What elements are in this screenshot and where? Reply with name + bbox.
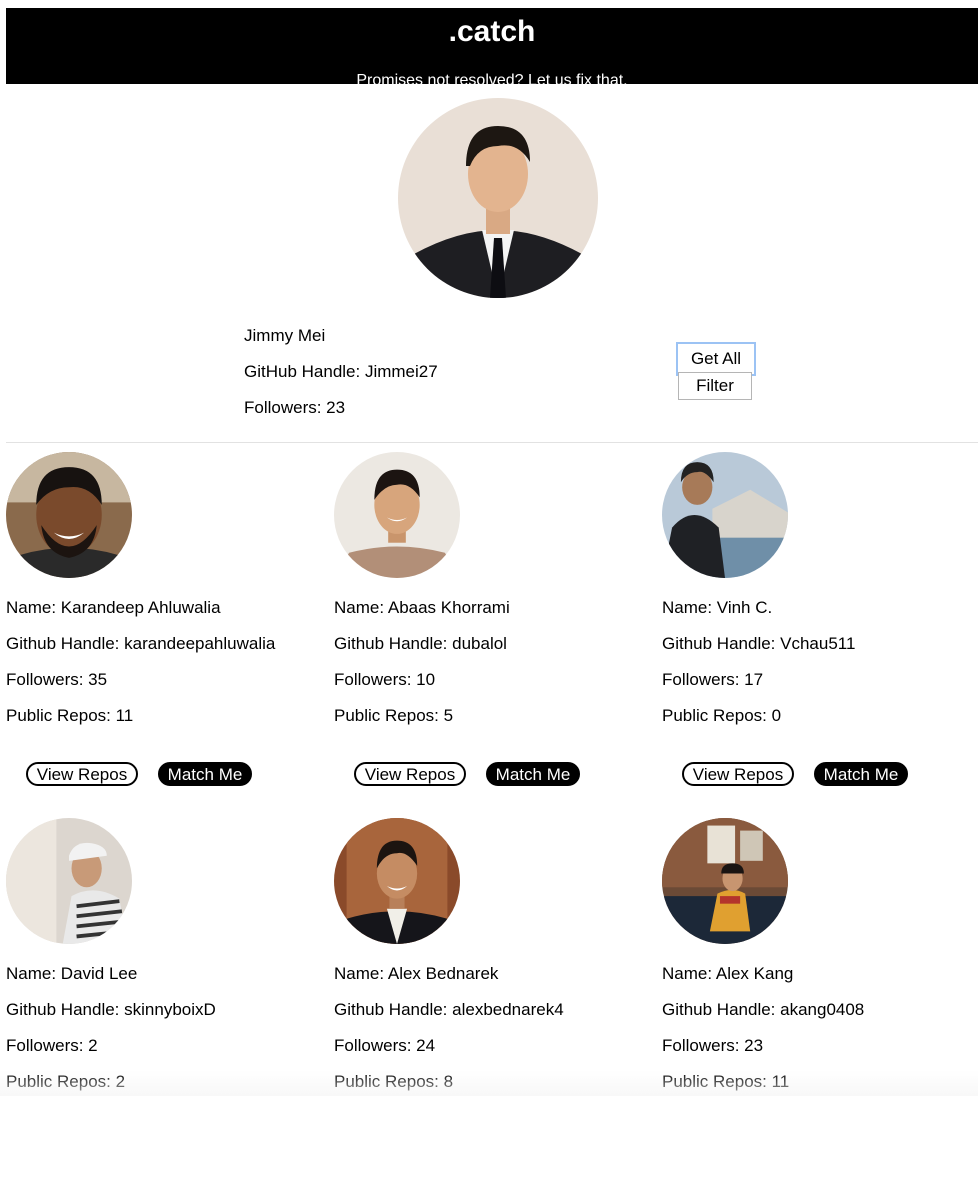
user-avatar — [398, 98, 598, 298]
user-followers: Followers: 23 — [244, 398, 346, 417]
profile-followers: Followers: 35 — [6, 670, 108, 689]
app-tagline: Promises not resolved? Let us fix that. — [356, 72, 628, 89]
profile-followers: Followers: 10 — [334, 670, 436, 689]
profile-name: Name: Abaas Khorrami — [334, 598, 510, 617]
view-repos-button[interactable]: View Repos — [682, 762, 794, 786]
get-all-button[interactable]: Get All — [676, 342, 756, 376]
profile-card: Name: Vinh C. Github Handle: Vchau511 Fo… — [662, 452, 978, 812]
profile-name: Name: Karandeep Ahluwalia — [6, 598, 221, 617]
profile-name: Name: Alex Bednarek — [334, 964, 499, 983]
view-repos-button[interactable]: View Repos — [26, 762, 138, 786]
profile-github-handle: Github Handle: akang0408 — [662, 1000, 865, 1019]
view-repos-button[interactable]: View Repos — [354, 762, 466, 786]
profile-followers: Followers: 17 — [662, 670, 764, 689]
profile-name: Name: David Lee — [6, 964, 138, 983]
profile-card: Name: Abaas Khorrami Github Handle: duba… — [334, 452, 654, 812]
profile-card: Name: Alex Bednarek Github Handle: alexb… — [334, 818, 654, 1178]
profile-public-repos: Public Repos: 0 — [662, 706, 782, 725]
profile-followers: Followers: 24 — [334, 1036, 436, 1055]
profile-card: Name: Karandeep Ahluwalia Github Handle:… — [6, 452, 326, 812]
profile-card: Name: Alex Kang Github Handle: akang0408… — [662, 818, 978, 1178]
profile-public-repos: Public Repos: 11 — [6, 706, 134, 725]
app-title: .catch — [448, 15, 536, 48]
profile-avatar — [334, 818, 460, 944]
profile-public-repos: Public Repos: 2 — [6, 1072, 126, 1091]
profile-github-handle: Github Handle: alexbednarek4 — [334, 1000, 564, 1019]
profile-avatar — [662, 452, 788, 578]
profile-github-handle: Github Handle: Vchau511 — [662, 634, 856, 653]
app-header: .catch Promises not resolved? Let us fix… — [6, 8, 978, 89]
user-name: Jimmy Mei — [244, 326, 326, 345]
profile-github-handle: Github Handle: skinnyboixD — [6, 1000, 216, 1019]
profile-card: Name: David Lee Github Handle: skinnyboi… — [6, 818, 326, 1178]
profile-name: Name: Vinh C. — [662, 598, 773, 617]
filter-button[interactable]: Filter — [678, 372, 752, 400]
profile-avatar — [334, 452, 460, 578]
profile-name: Name: Alex Kang — [662, 964, 794, 983]
profile-public-repos: Public Repos: 5 — [334, 706, 454, 725]
profile-github-handle: Github Handle: dubalol — [334, 634, 507, 653]
profile-avatar — [662, 818, 788, 944]
profile-followers: Followers: 23 — [662, 1036, 764, 1055]
user-github-handle: GitHub Handle: Jimmei27 — [244, 362, 438, 381]
profile-github-handle: Github Handle: karandeepahluwalia — [6, 634, 276, 653]
profile-avatar — [6, 818, 132, 944]
profile-public-repos: Public Repos: 8 — [334, 1072, 454, 1091]
section-divider — [6, 442, 978, 443]
match-me-button[interactable]: Match Me — [158, 762, 252, 786]
profile-public-repos: Public Repos: 11 — [662, 1072, 790, 1091]
profile-avatar — [6, 452, 132, 578]
match-me-button[interactable]: Match Me — [486, 762, 580, 786]
match-me-button[interactable]: Match Me — [814, 762, 908, 786]
profile-followers: Followers: 2 — [6, 1036, 98, 1055]
